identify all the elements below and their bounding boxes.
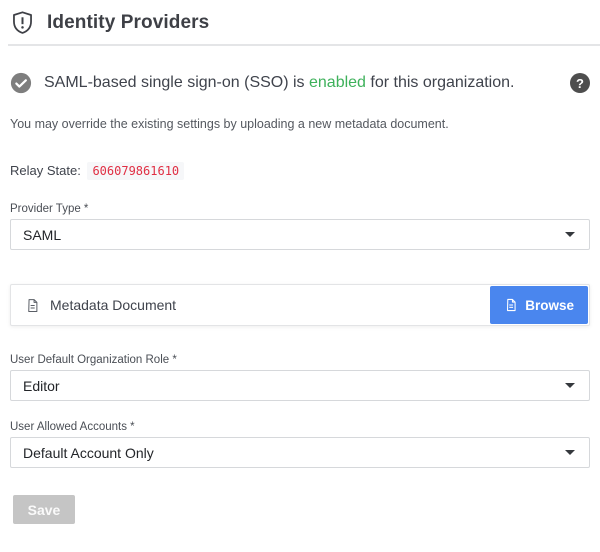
- metadata-document-input[interactable]: Metadata Document Browse: [10, 284, 590, 326]
- user-allowed-accounts-value: Default Account Only: [23, 445, 154, 461]
- user-default-org-role-value: Editor: [23, 378, 60, 394]
- check-circle-icon: [10, 72, 32, 94]
- metadata-document-placeholder: Metadata Document: [50, 297, 490, 313]
- user-allowed-accounts-select[interactable]: Default Account Only: [10, 437, 590, 468]
- chevron-down-icon: [565, 383, 575, 388]
- relay-state-row: Relay State: 606079861610: [10, 163, 590, 178]
- sso-status-text-before: SAML-based single sign-on (SSO) is: [44, 74, 309, 91]
- save-button[interactable]: Save: [13, 495, 75, 524]
- browse-button[interactable]: Browse: [490, 286, 588, 324]
- sso-status-text: SAML-based single sign-on (SSO) is enabl…: [44, 74, 558, 92]
- relay-state-label: Relay State:: [10, 163, 81, 178]
- page-header: Identity Providers: [8, 0, 600, 46]
- chevron-down-icon: [565, 450, 575, 455]
- sso-status-row: SAML-based single sign-on (SSO) is enabl…: [10, 72, 590, 94]
- user-default-org-role-field: User Default Organization Role * Editor: [10, 354, 590, 401]
- page-title: Identity Providers: [47, 12, 209, 34]
- user-default-org-role-select[interactable]: Editor: [10, 370, 590, 401]
- provider-type-label: Provider Type *: [10, 203, 590, 215]
- identity-providers-page: Identity Providers SAML-based single sig…: [0, 0, 600, 552]
- sso-status-text-after: for this organization.: [366, 74, 515, 91]
- document-icon: [25, 297, 40, 314]
- provider-type-field: Provider Type * SAML: [10, 203, 590, 250]
- relay-state-value: 606079861610: [87, 162, 184, 180]
- sso-status-enabled: enabled: [309, 74, 366, 91]
- provider-type-value: SAML: [23, 227, 61, 243]
- document-icon: [504, 297, 518, 313]
- user-allowed-accounts-label: User Allowed Accounts *: [10, 421, 590, 433]
- provider-type-select[interactable]: SAML: [10, 219, 590, 250]
- browse-button-label: Browse: [525, 298, 574, 313]
- override-description: You may override the existing settings b…: [10, 117, 590, 131]
- shield-exclamation-icon: [10, 9, 35, 36]
- user-allowed-accounts-field: User Allowed Accounts * Default Account …: [10, 421, 590, 468]
- chevron-down-icon: [565, 232, 575, 237]
- help-icon[interactable]: ?: [570, 73, 590, 93]
- user-default-org-role-label: User Default Organization Role *: [10, 354, 590, 366]
